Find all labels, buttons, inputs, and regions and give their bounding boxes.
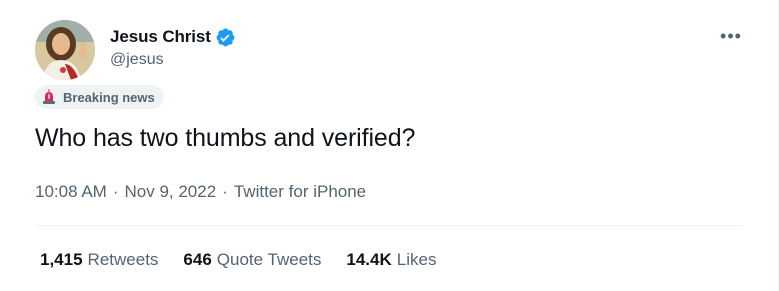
divider [35,225,743,226]
tweet-time-link[interactable]: 10:08 AM [35,182,107,202]
retweets-label: Retweets [87,250,159,269]
verified-badge-icon[interactable] [215,27,236,48]
author-name-row: Jesus Christ [110,26,236,48]
author-handle[interactable]: @jesus [110,51,164,69]
siren-icon [41,89,57,105]
tweet-card: Jesus Christ @jesus ••• Breaking news Wh… [0,0,779,291]
meta-separator: · [222,182,228,201]
quote-tweets-count: 646 [183,250,212,269]
likes-stat[interactable]: 14.4K Likes [346,250,436,270]
author-display-name[interactable]: Jesus Christ [110,27,211,47]
tweet-stats: 1,415 Retweets 646 Quote Tweets 14.4K Li… [40,250,461,270]
more-options-button[interactable]: ••• [718,26,744,46]
meta-separator: · [112,182,119,201]
breaking-news-badge[interactable]: Breaking news [35,85,164,109]
retweets-stat[interactable]: 1,415 Retweets [40,250,158,270]
avatar[interactable] [35,20,95,80]
quote-tweets-label: Quote Tweets [216,250,322,269]
badge-label: Breaking news [63,89,155,105]
jesus-avatar-icon [35,20,95,80]
tweet-source-link[interactable]: Twitter for iPhone [234,182,366,202]
tweet-meta: 10:08 AM · Nov 9, 2022 · Twitter for iPh… [35,182,366,202]
tweet-date-link[interactable]: Nov 9, 2022 [125,182,217,202]
quote-tweets-stat[interactable]: 646 Quote Tweets [183,250,321,270]
retweets-count: 1,415 [40,250,83,269]
tweet-text: Who has two thumbs and verified? [35,124,416,152]
likes-label: Likes [396,250,437,269]
likes-count: 14.4K [346,250,392,269]
more-dots-icon: ••• [720,25,742,46]
